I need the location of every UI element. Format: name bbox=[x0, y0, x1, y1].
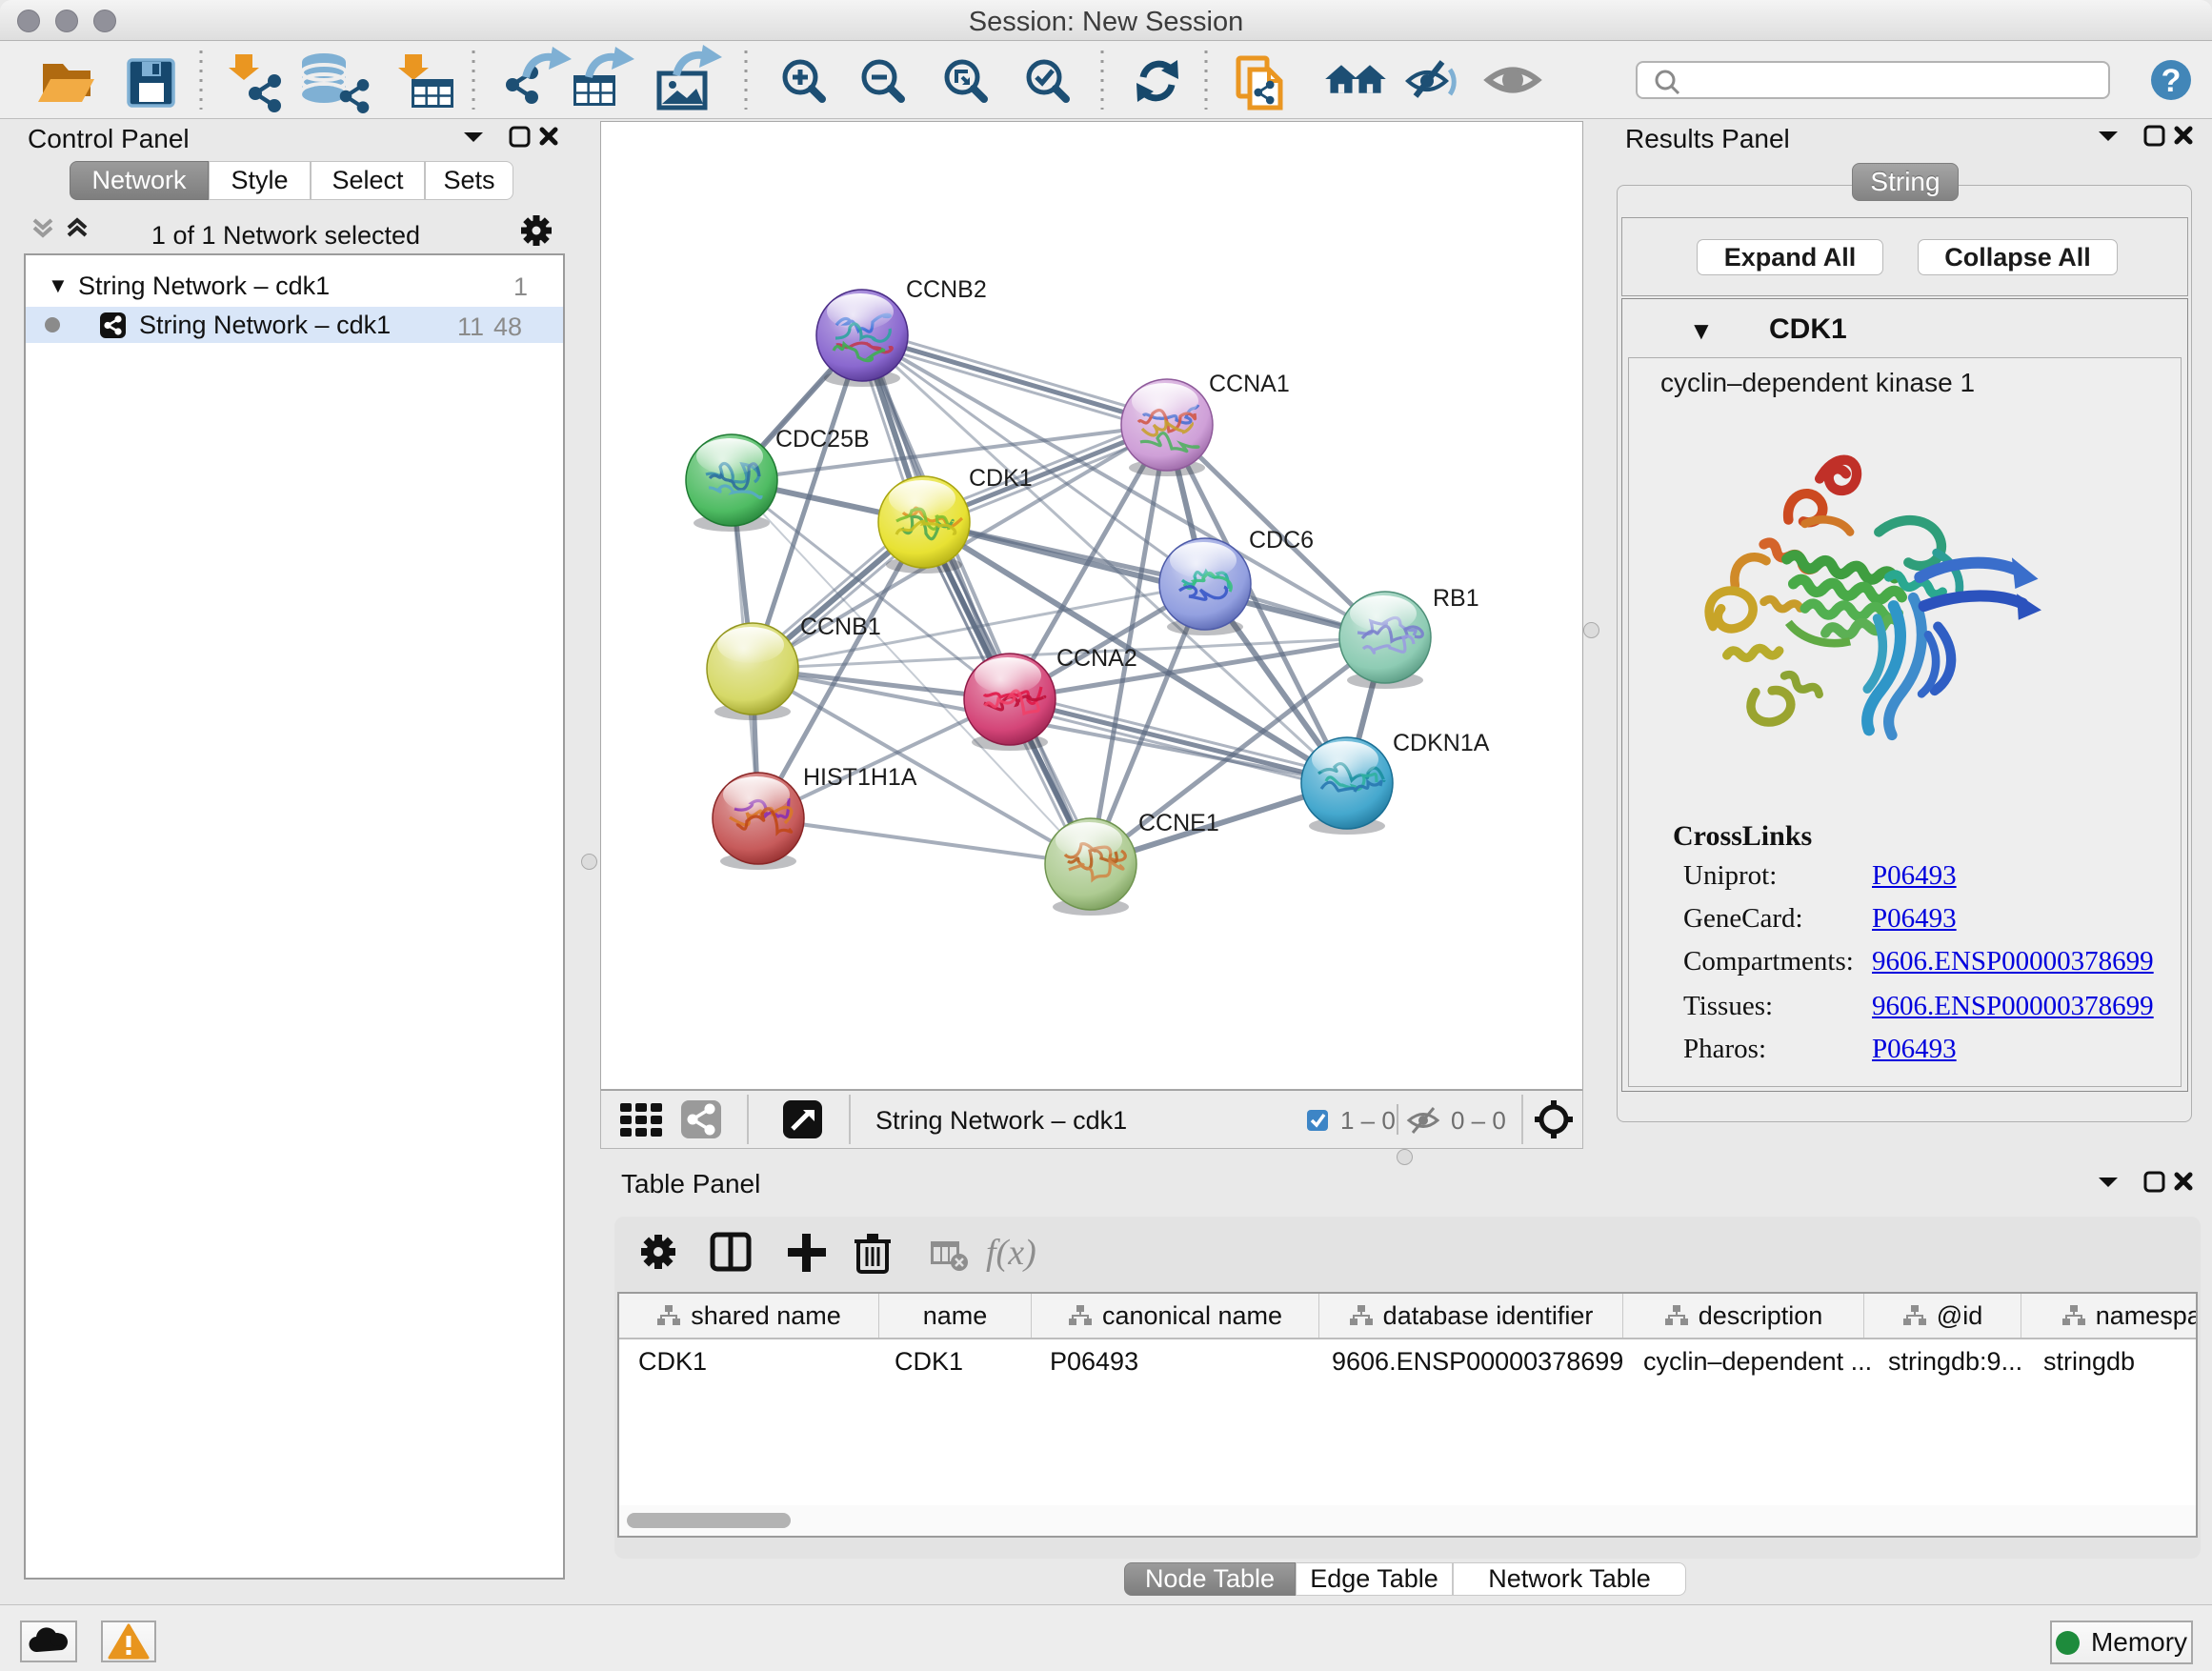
svg-text:1 – 0: 1 – 0 bbox=[1340, 1106, 1396, 1135]
svg-text:?: ? bbox=[2162, 63, 2182, 99]
svg-text:CCNA1: CCNA1 bbox=[1209, 371, 1290, 397]
svg-text:CCNB1: CCNB1 bbox=[800, 614, 881, 640]
svg-text:0 – 0: 0 – 0 bbox=[1451, 1106, 1506, 1135]
svg-text:CDK1: CDK1 bbox=[969, 465, 1033, 492]
svg-text:1 of 1 Network selected: 1 of 1 Network selected bbox=[151, 221, 420, 250]
svg-text:CDC6: CDC6 bbox=[1249, 527, 1314, 554]
svg-text:CCNB2: CCNB2 bbox=[906, 276, 987, 303]
svg-text:CCNA2: CCNA2 bbox=[1056, 645, 1137, 672]
svg-text:CCNE1: CCNE1 bbox=[1138, 810, 1219, 836]
svg-text:String Network – cdk1: String Network – cdk1 bbox=[875, 1106, 1127, 1135]
svg-text:RB1: RB1 bbox=[1433, 585, 1479, 612]
svg-text:CDKN1A: CDKN1A bbox=[1393, 730, 1490, 756]
svg-text:CDC25B: CDC25B bbox=[775, 426, 870, 453]
svg-text:f(x): f(x) bbox=[986, 1233, 1036, 1273]
svg-text:HIST1H1A: HIST1H1A bbox=[803, 764, 917, 791]
